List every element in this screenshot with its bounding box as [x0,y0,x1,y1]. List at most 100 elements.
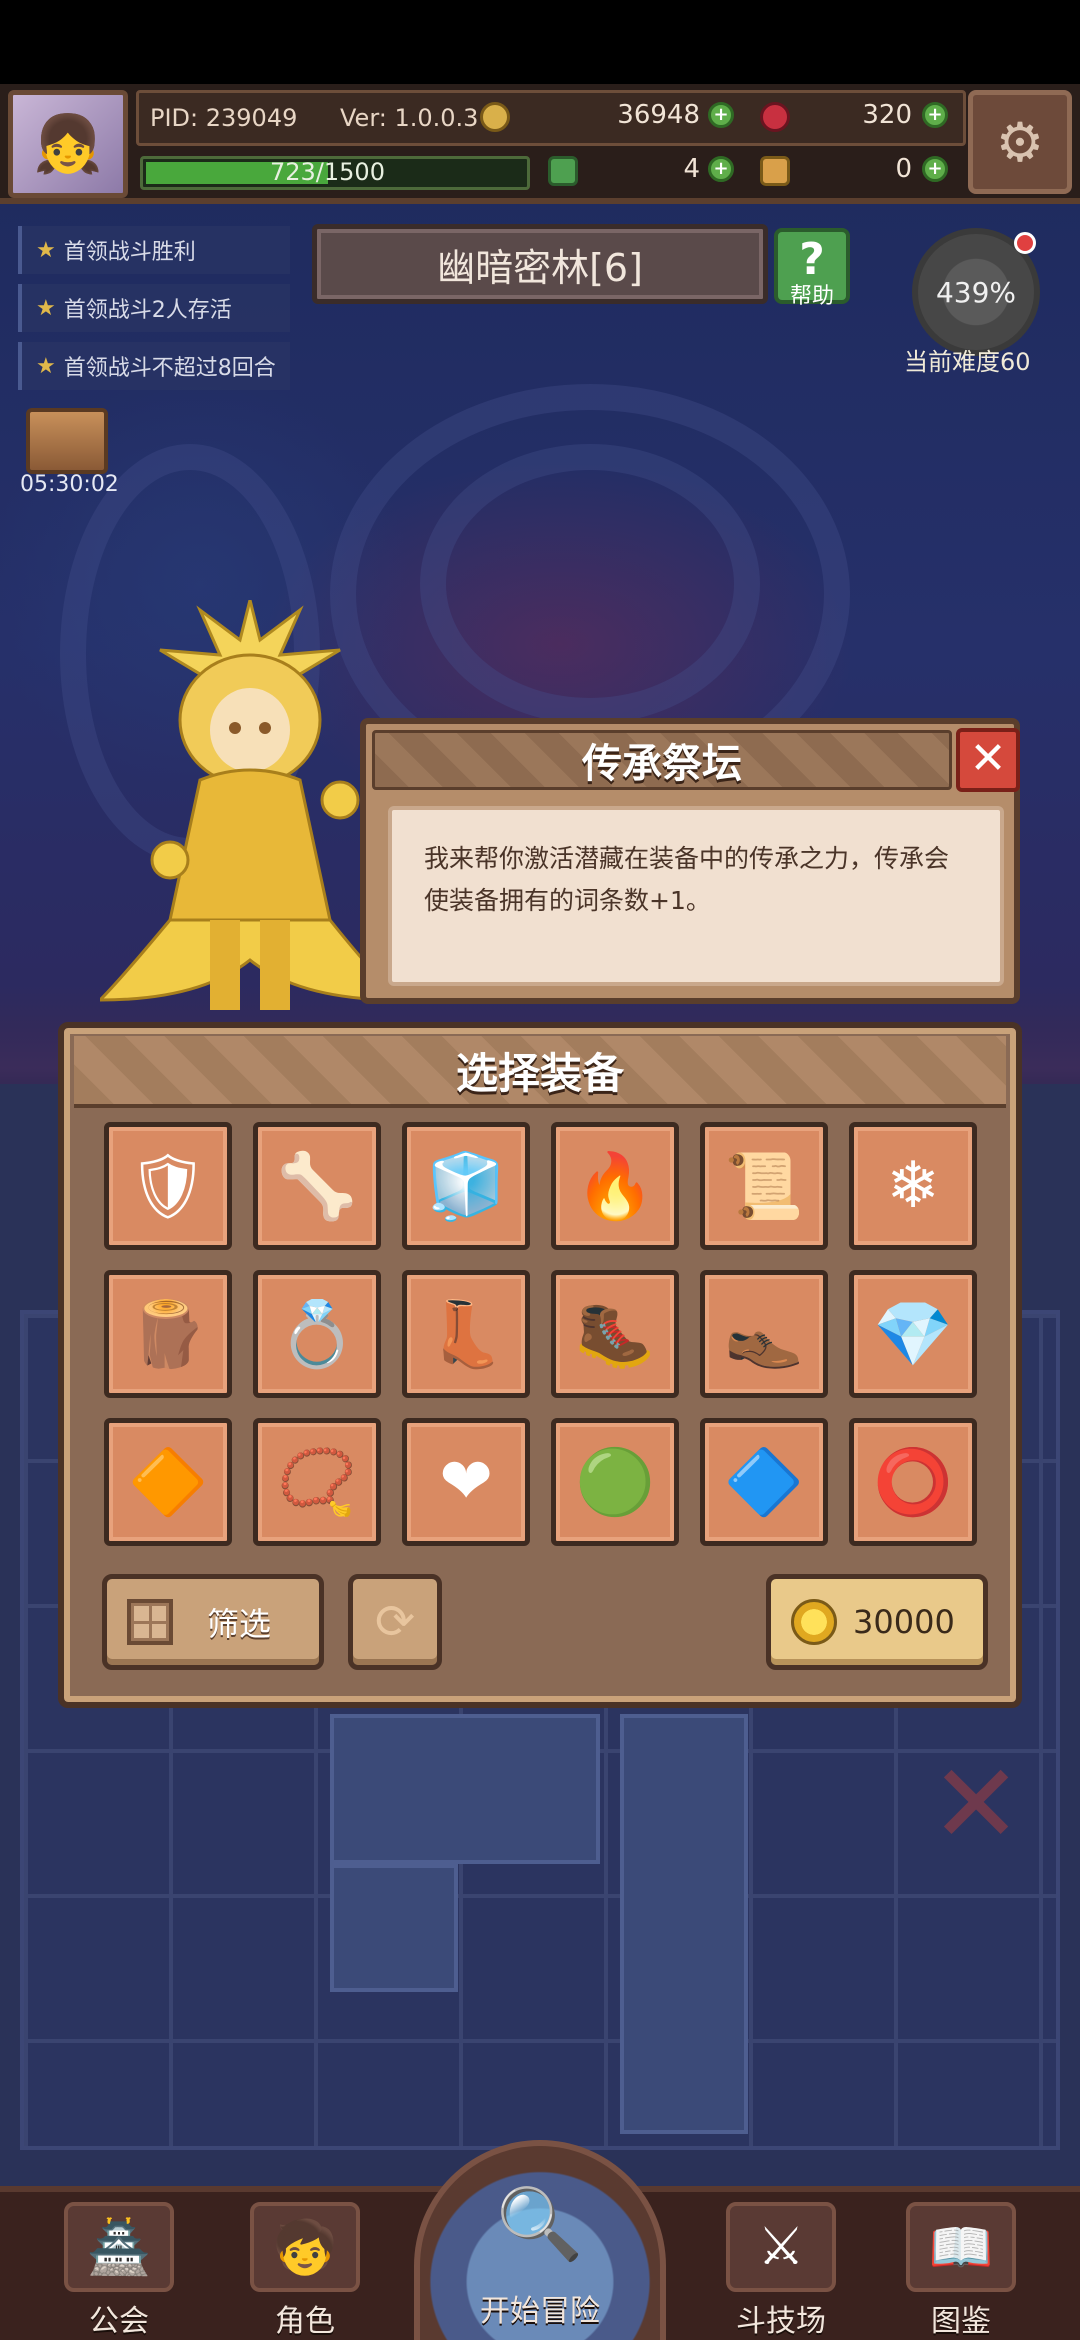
bone-boots-icon: 👞 [724,1297,804,1372]
add-gems-button[interactable]: + [922,102,948,128]
nav-label: 斗技场 [736,2304,826,2339]
equipment-slot[interactable]: 🪵 [104,1270,232,1398]
ruby-necklace-icon: ❤ [439,1445,493,1519]
top-hud: 👧 PID: 239049 Ver: 1.0.0.3 36948 + 320 +… [0,84,1080,204]
dungeon-tile [330,1864,458,1992]
quest-label: 首领战斗2人存活 [63,298,232,323]
equipment-slot[interactable]: ⭕ [849,1418,977,1546]
equipment-slot[interactable]: ❄ [849,1122,977,1250]
diamond-necklace-icon: 🔷 [724,1445,804,1520]
gold-necklace-icon: 📿 [277,1445,357,1520]
cost-amount: 30000 [853,1603,955,1641]
equipment-slot[interactable]: 🥾 [551,1270,679,1398]
difficulty-label: 当前难度60 [904,348,1031,376]
equipment-slot[interactable]: 🔷 [700,1418,828,1546]
nav-guild[interactable]: 🏯 公会 [44,2200,194,2340]
player-avatar[interactable]: 👧 [8,90,128,198]
emerald-necklace-icon: 🟢 [575,1445,655,1520]
nav-codex[interactable]: 📖 图鉴 [886,2200,1036,2340]
fire-ring-icon: ⭕ [873,1445,953,1520]
dungeon-tile [620,1714,748,2134]
book-icon: 📖 [906,2202,1016,2292]
crossed-swords-icon: ⚔ [726,2202,836,2292]
equipment-slot[interactable]: 🔥 [551,1122,679,1250]
add-clover-button[interactable]: + [708,156,734,182]
ice-armor-icon: 🛡 [127,1149,209,1224]
ticket-icon [760,156,790,186]
golden-scroll-icon: 📜 [724,1149,804,1224]
equipment-slot[interactable]: 💍 [253,1270,381,1398]
equipment-select-panel: 选择装备 🛡 🦴 🧊 🔥 📜 ❄ 🪵 💍 👢 🥾 👞 💎 🔶 📿 ❤ 🟢 🔷 ⭕ 筛选 ⟳ 30000 [58,1022,1022,1708]
settings-button[interactable]: ⚙ [968,90,1072,194]
treasure-chest-button[interactable] [26,408,108,474]
guild-icon: 🏯 [64,2202,174,2292]
equipment-slot[interactable]: 🦴 [253,1122,381,1250]
altar-dialog: 传承祭坛 ✕ 我来帮你激活潜藏在装备中的传承之力，传承会使装备拥有的词条数+1。 [360,718,1020,1004]
equipment-slot[interactable]: 🧊 [402,1122,530,1250]
equipment-slot[interactable]: 🟢 [551,1418,679,1546]
nav-label: 图鉴 [931,2304,991,2339]
ticket-amount: 0 [895,154,912,184]
player-id: PID: 239049 [150,104,298,132]
gold-ring-icon: 💍 [277,1297,357,1372]
nav-character[interactable]: 🧒 角色 [230,2200,380,2340]
inherit-confirm-button[interactable]: 30000 [766,1574,988,1670]
quest-item: ★ 首领战斗不超过8回合 [18,342,290,390]
equipment-slot[interactable]: 📜 [700,1122,828,1250]
chest-timer: 05:30:02 [20,472,119,497]
character-icon: 🧒 [250,2202,360,2292]
blocked-cell-mark: ✕ [930,1740,1023,1868]
notification-dot [1014,232,1036,254]
leather-bracer-icon: 🪵 [128,1297,208,1372]
equipment-slot[interactable]: 👞 [700,1270,828,1398]
close-button[interactable]: ✕ [956,728,1020,792]
tree-swirl [420,444,760,724]
star-icon: ★ [36,353,56,379]
ice-boots-icon: 🥾 [575,1297,655,1372]
gold-boots-icon: 👢 [426,1297,506,1372]
star-icon: ★ [36,295,56,321]
xp-label: 723/1500 [270,158,385,186]
ruby-gem-icon: 🔶 [128,1445,208,1520]
dialog-title: 传承祭坛 [372,730,952,790]
quest-label: 首领战斗不超过8回合 [63,356,276,381]
bone-armor-icon: 🦴 [277,1149,357,1224]
magnifier-icon: 🔍 [496,2183,584,2265]
gem-amount: 320 [862,100,912,130]
star-icon: ★ [36,237,56,263]
equipment-slot[interactable]: ❤ [402,1418,530,1546]
gear-icon: ⚙ [995,110,1045,174]
nav-arena[interactable]: ⚔ 斗技场 [706,2200,856,2340]
altar-goddess-npc [100,600,400,1010]
dialog-body: 我来帮你激活潜藏在装备中的传承之力，传承会使装备拥有的词条数+1。 [388,806,1004,986]
version-label: Ver: 1.0.0.3 [340,104,479,132]
filter-button[interactable]: 筛选 [102,1574,324,1670]
close-icon: ✕ [969,733,1007,784]
clover-icon [548,156,578,186]
panel-title: 选择装备 [74,1036,1006,1108]
quest-label: 首领战斗胜利 [63,240,196,265]
dungeon-tile [330,1714,600,1864]
equipment-slot[interactable]: 📿 [253,1418,381,1546]
equipment-grid: 🛡 🦴 🧊 🔥 📜 ❄ 🪵 💍 👢 🥾 👞 💎 🔶 📿 ❤ 🟢 🔷 ⭕ [104,1122,988,1546]
add-tickets-button[interactable]: + [922,156,948,182]
refresh-button[interactable]: ⟳ [348,1574,442,1670]
crystal-armor-icon: 🧊 [426,1149,506,1224]
equipment-slot[interactable]: 🔶 [104,1418,232,1546]
fire-armor-icon: 🔥 [575,1149,655,1224]
difficulty-percent: 439% [935,275,1017,309]
quest-item: ★ 首领战斗2人存活 [18,284,290,332]
ruby-icon [760,102,790,132]
equipment-slot[interactable]: 👢 [402,1270,530,1398]
level-title: 幽暗密林[6] [312,224,768,304]
equipment-slot[interactable]: 💎 [849,1270,977,1398]
equipment-slot[interactable]: 🛡 [104,1122,232,1250]
quest-item: ★ 首领战斗胜利 [18,226,290,274]
add-gold-button[interactable]: + [708,102,734,128]
filter-label: 筛选 [207,1605,272,1643]
gold-coin-icon [480,102,510,132]
nav-label: 角色 [275,2304,335,2339]
nav-label: 公会 [89,2304,149,2339]
help-label: 帮助 [789,284,834,309]
refresh-icon: ⟳ [374,1594,416,1650]
